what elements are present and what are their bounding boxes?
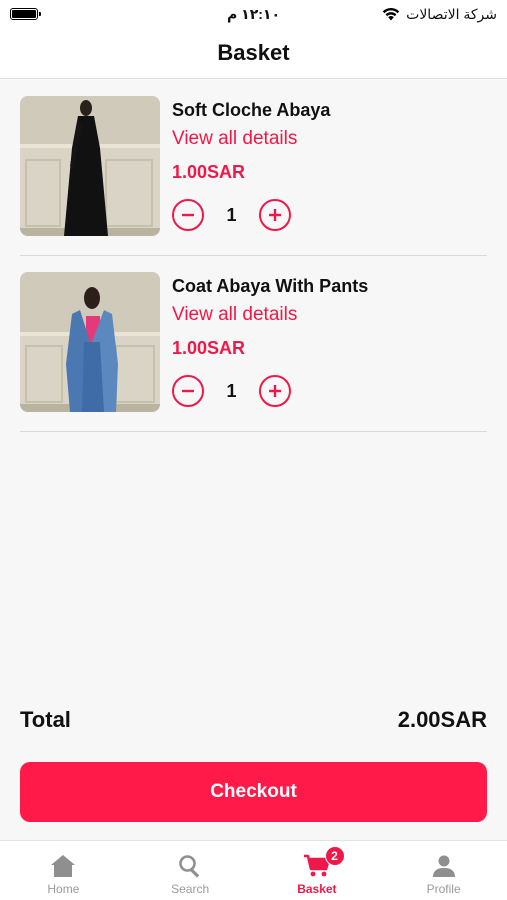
cart-count-badge: 2	[324, 846, 345, 866]
carrier-name: شركة الاتصالات	[406, 5, 497, 22]
tab-basket[interactable]: 2 Basket	[254, 841, 381, 900]
quantity-value: 1	[226, 204, 237, 225]
product-price: 1.00SAR	[172, 338, 246, 358]
increase-quantity-button[interactable]	[259, 375, 291, 407]
home-icon	[51, 855, 76, 877]
page-header: Basket	[0, 28, 507, 79]
tab-profile[interactable]: Profile	[380, 841, 507, 900]
tab-label: Search	[171, 882, 210, 896]
minus-icon	[182, 213, 194, 217]
view-details-link[interactable]: View all details	[172, 128, 297, 150]
basket-item: Soft Cloche Abaya View all details 1.00S…	[20, 80, 487, 256]
product-price: 1.00SAR	[172, 162, 246, 182]
decrease-quantity-button[interactable]	[172, 199, 204, 231]
quantity-stepper: 1	[172, 197, 291, 233]
product-image[interactable]	[20, 96, 160, 236]
status-bar: ١٢:١٠ م شركة الاتصالات	[0, 0, 507, 28]
basket-list: Soft Cloche Abaya View all details 1.00S…	[20, 80, 487, 432]
tab-label: Home	[47, 882, 80, 896]
profile-icon	[432, 855, 455, 877]
quantity-value: 1	[226, 380, 237, 401]
plus-icon	[269, 209, 281, 221]
product-name[interactable]: Soft Cloche Abaya	[172, 100, 330, 121]
search-icon	[179, 855, 200, 878]
decrease-quantity-button[interactable]	[172, 375, 204, 407]
total-row: Total 2.00SAR	[20, 704, 487, 736]
tab-search[interactable]: Search	[127, 841, 254, 900]
tab-label: Basket	[297, 882, 337, 896]
view-details-link[interactable]: View all details	[172, 304, 297, 326]
increase-quantity-button[interactable]	[259, 199, 291, 231]
product-image[interactable]	[20, 272, 160, 412]
product-name[interactable]: Coat Abaya With Pants	[172, 276, 368, 297]
total-value: 2.00SAR	[397, 707, 487, 732]
plus-icon	[269, 385, 281, 397]
tab-home[interactable]: Home	[0, 841, 127, 900]
wifi-icon	[382, 7, 400, 21]
quantity-stepper: 1	[172, 373, 291, 409]
total-label: Total	[20, 707, 71, 732]
tab-bar: Home Search 2 Basket Profile	[0, 840, 507, 900]
checkout-button[interactable]: Checkout	[20, 762, 487, 822]
minus-icon	[182, 389, 194, 393]
carrier-info: شركة الاتصالات	[382, 5, 497, 23]
tab-label: Profile	[426, 882, 461, 896]
page-title: Basket	[217, 40, 290, 65]
basket-item: Coat Abaya With Pants View all details 1…	[20, 256, 487, 432]
